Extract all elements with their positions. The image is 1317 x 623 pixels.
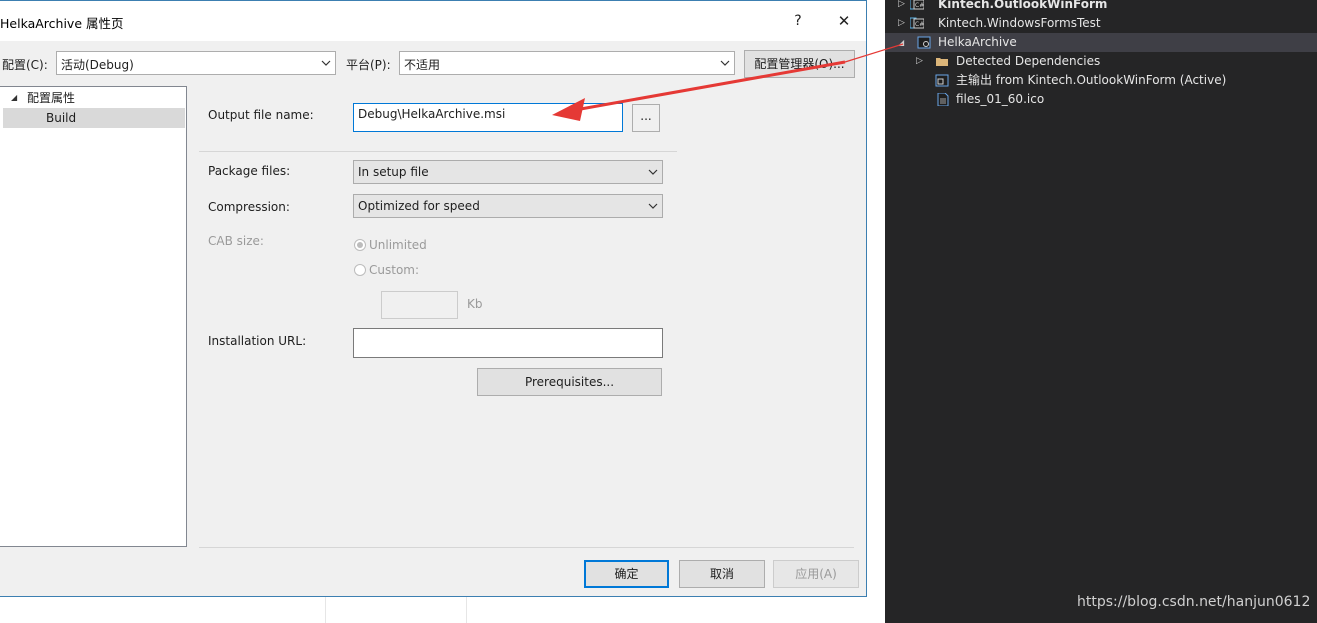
platform-value: 不适用 (404, 58, 441, 72)
close-button[interactable]: ✕ (830, 9, 858, 33)
svg-text:C#: C# (915, 2, 924, 9)
settings-tree: ◢ 配置属性 Build (0, 86, 187, 547)
tree-item-label: Build (46, 111, 77, 125)
output-file-label: Output file name: (208, 108, 314, 122)
cab-size-label: CAB size: (208, 234, 264, 248)
expand-icon[interactable]: ▷ (898, 0, 905, 14)
tree-item-label: 配置属性 (27, 91, 76, 105)
tree-item-build[interactable]: Build (3, 108, 185, 128)
solution-item-icon-file[interactable]: files_01_60.ico (885, 90, 1317, 109)
csharp-project-icon: C# (910, 17, 924, 29)
custom-label: Custom: (369, 263, 420, 277)
solution-item-outlook-winform[interactable]: ▷ C# Kintech.OutlookWinForm (885, 0, 1317, 14)
config-manager-button[interactable]: 配置管理器(O)... (744, 50, 855, 78)
config-value: 活动(Debug) (61, 58, 134, 72)
package-files-label: Package files: (208, 164, 291, 178)
csharp-project-icon: C# (910, 0, 924, 10)
chevron-down-icon (648, 203, 658, 209)
solution-item-label: files_01_60.ico (956, 92, 1045, 106)
solution-explorer: ▷ C# Kintech.OutlookWinForm ▷ C# Kintech… (885, 0, 1317, 623)
property-pages-dialog: HelkaArchive 属性页 ? ✕ 配置(C): 活动(Debug) 平台… (0, 0, 867, 597)
kb-label: Kb (467, 297, 483, 311)
tree-expander-icon[interactable]: ◢ (11, 88, 17, 108)
solution-item-label: 主输出 from Kintech.OutlookWinForm (Active) (956, 73, 1227, 87)
installation-url-input[interactable] (353, 328, 663, 358)
editor-gutter-line-2 (466, 597, 467, 623)
compression-value: Optimized for speed (358, 199, 480, 213)
chevron-down-icon (720, 60, 730, 66)
installation-url-label: Installation URL: (208, 334, 307, 348)
cancel-button[interactable]: 取消 (679, 560, 765, 588)
unlimited-label: Unlimited (369, 238, 427, 252)
cab-size-input[interactable] (381, 291, 458, 319)
collapse-icon[interactable]: ◢ (898, 33, 904, 52)
prerequisites-button[interactable]: Prerequisites... (477, 368, 662, 396)
section-divider (199, 151, 677, 152)
tree-item-config-properties[interactable]: ◢ 配置属性 (0, 88, 185, 108)
expand-icon[interactable]: ▷ (916, 52, 923, 71)
file-icon (937, 93, 949, 106)
browse-button[interactable]: ... (632, 104, 660, 132)
svg-text:C#: C# (915, 21, 924, 28)
chevron-down-icon (321, 60, 331, 66)
config-label: 配置(C): (2, 58, 48, 72)
solution-item-label: Detected Dependencies (956, 54, 1101, 68)
folder-icon (936, 58, 948, 66)
dialog-title: HelkaArchive 属性页 (0, 16, 124, 31)
editor-gutter-line (325, 597, 326, 623)
solution-item-label: HelkaArchive (938, 35, 1017, 49)
dialog-titlebar: HelkaArchive 属性页 ? ✕ (0, 1, 866, 41)
solution-item-detected-dependencies[interactable]: ▷ Detected Dependencies (885, 52, 1317, 71)
solution-item-windowsformstest[interactable]: ▷ C# Kintech.WindowsFormsTest (885, 14, 1317, 33)
help-button[interactable]: ? (788, 9, 808, 33)
chevron-down-icon (648, 169, 658, 175)
apply-button[interactable]: 应用(A) (773, 560, 859, 588)
config-combo[interactable]: 活动(Debug) (56, 51, 336, 75)
output-file-value: Debug\HelkaArchive.msi (358, 107, 506, 121)
solution-item-helkaarchive[interactable]: ◢ HelkaArchive (885, 33, 1317, 52)
ok-button[interactable]: 确定 (584, 560, 669, 588)
solution-item-label: Kintech.WindowsFormsTest (938, 16, 1101, 30)
solution-item-primary-output[interactable]: 主输出 from Kintech.OutlookWinForm (Active) (885, 71, 1317, 90)
primary-output-icon (935, 74, 949, 87)
platform-combo[interactable]: 不适用 (399, 51, 735, 75)
compression-combo[interactable]: Optimized for speed (353, 194, 663, 218)
unlimited-radio[interactable] (354, 239, 366, 251)
platform-label: 平台(P): (346, 58, 391, 72)
package-files-value: In setup file (358, 165, 429, 179)
expand-icon[interactable]: ▷ (898, 14, 905, 33)
solution-item-label: Kintech.OutlookWinForm (938, 0, 1108, 11)
footer-divider (199, 547, 854, 548)
custom-radio[interactable] (354, 264, 366, 276)
package-files-combo[interactable]: In setup file (353, 160, 663, 184)
setup-project-icon (917, 36, 931, 49)
watermark: https://blog.csdn.net/hanjun0612 (1077, 594, 1311, 610)
output-file-input[interactable]: Debug\HelkaArchive.msi (353, 103, 623, 132)
compression-label: Compression: (208, 200, 290, 214)
